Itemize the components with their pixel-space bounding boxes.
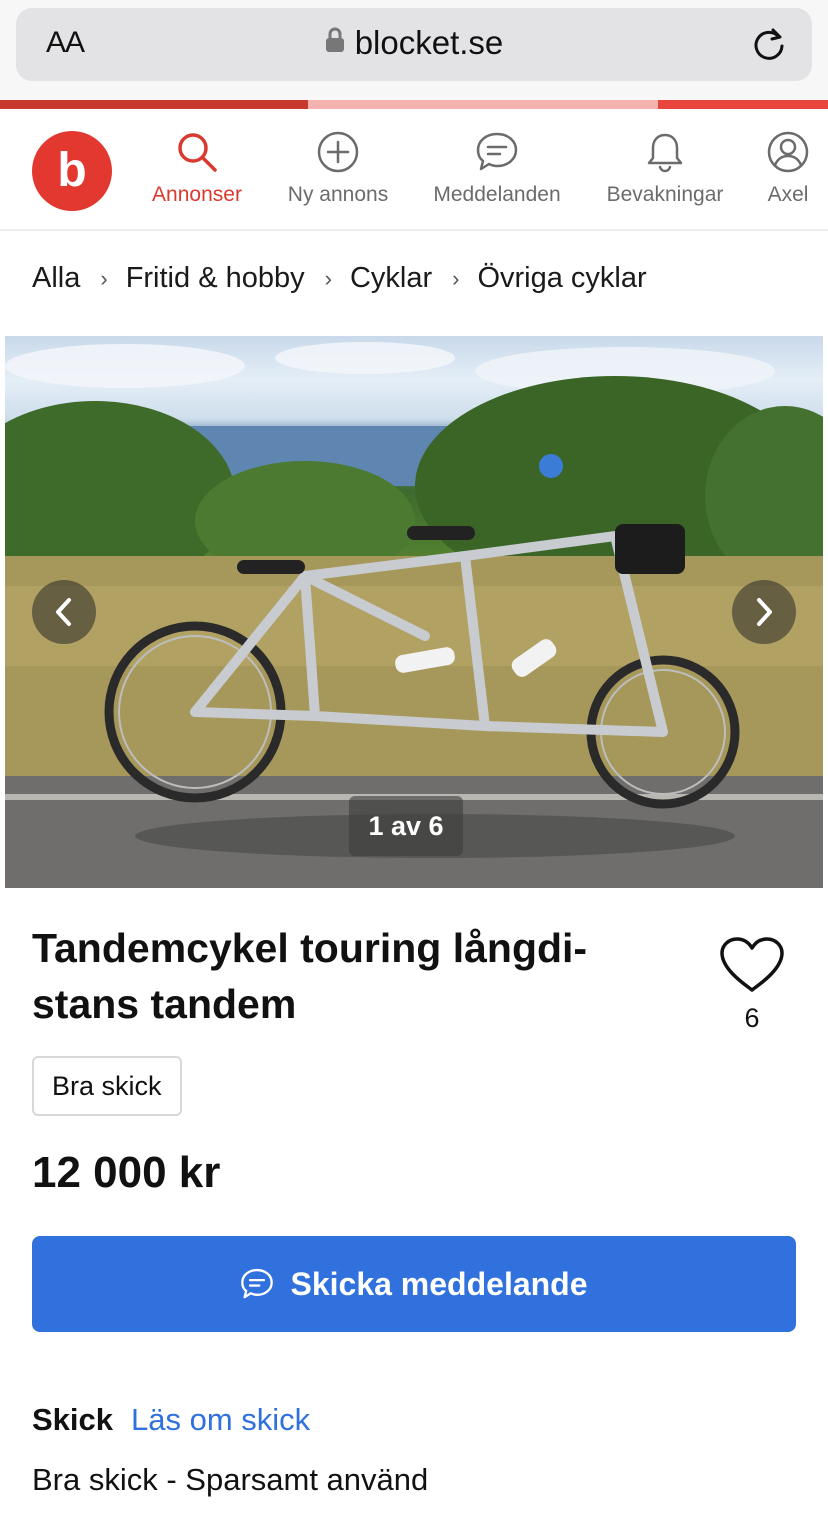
- breadcrumb: Alla › Fritid & hobby › Cyklar › Övriga …: [32, 262, 647, 295]
- breadcrumb-item-cyklar[interactable]: Cyklar: [350, 262, 432, 295]
- lock-icon: [325, 23, 345, 61]
- chat-bubble-icon: [241, 1268, 274, 1299]
- heart-icon: [720, 937, 784, 992]
- send-message-button[interactable]: Skicka meddelande: [32, 1236, 796, 1332]
- chat-bubble-icon: [430, 129, 564, 175]
- logo-letter: b: [57, 144, 87, 197]
- browser-toolbar: AA blocket.se: [0, 0, 828, 100]
- nav-item-annonser[interactable]: Annonser: [146, 129, 248, 207]
- url-display[interactable]: blocket.se: [16, 24, 812, 64]
- listing-title: Tandemcykel touring långdi-stans tandem: [32, 925, 588, 1027]
- nav-label: Annonser: [152, 183, 242, 206]
- breadcrumb-item-ovriga-cyklar[interactable]: Övriga cyklar: [477, 262, 646, 295]
- chevron-right-icon: ›: [100, 265, 108, 291]
- page-load-progress: [0, 100, 828, 109]
- nav-label: Axel: [767, 183, 809, 206]
- condition-description: Bra skick - Sparsamt använd: [32, 1462, 429, 1497]
- previous-image-button[interactable]: [32, 580, 96, 644]
- condition-section-header: Skick Läs om skick: [32, 1402, 310, 1438]
- image-gallery[interactable]: 1 av 6: [5, 336, 823, 888]
- search-icon: [146, 129, 248, 175]
- favorite-count: 6: [744, 1003, 760, 1033]
- reload-icon[interactable]: [752, 26, 786, 67]
- breadcrumb-item-fritid-hobby[interactable]: Fritid & hobby: [126, 262, 305, 295]
- chevron-right-icon: ›: [452, 265, 460, 291]
- breadcrumb-item-alla[interactable]: Alla: [32, 262, 80, 295]
- bell-icon: [604, 129, 726, 175]
- blocket-logo[interactable]: b: [32, 131, 112, 211]
- nav-item-bevakningar[interactable]: Bevakningar: [604, 129, 726, 207]
- chevron-left-icon: [56, 598, 71, 626]
- nav-item-axel[interactable]: Axel: [762, 129, 814, 207]
- condition-badge: Bra skick: [32, 1056, 182, 1116]
- nav-label: Meddelanden: [433, 183, 561, 206]
- site-nav: b Annonser Ny annons Meddelanden Bevakni…: [0, 109, 828, 231]
- listing-price: 12 000 kr: [32, 1148, 221, 1197]
- condition-heading: Skick: [32, 1402, 114, 1437]
- read-about-condition-link[interactable]: Läs om skick: [131, 1402, 310, 1438]
- nav-label: Bevakningar: [606, 183, 724, 206]
- address-bar[interactable]: AA blocket.se: [16, 8, 812, 81]
- url-text: blocket.se: [354, 24, 504, 61]
- chevron-right-icon: ›: [324, 265, 332, 291]
- chevron-right-icon: [757, 598, 772, 626]
- favorite-button[interactable]: 6: [716, 936, 788, 1034]
- send-message-label: Skicka meddelande: [290, 1265, 588, 1302]
- nav-item-meddelanden[interactable]: Meddelanden: [430, 129, 564, 207]
- image-counter: 1 av 6: [349, 796, 463, 856]
- plus-circle-icon: [284, 129, 392, 175]
- nav-label: Ny annons: [287, 183, 389, 206]
- nav-item-ny-annons[interactable]: Ny annons: [284, 129, 392, 207]
- user-icon: [762, 129, 814, 175]
- next-image-button[interactable]: [732, 580, 796, 644]
